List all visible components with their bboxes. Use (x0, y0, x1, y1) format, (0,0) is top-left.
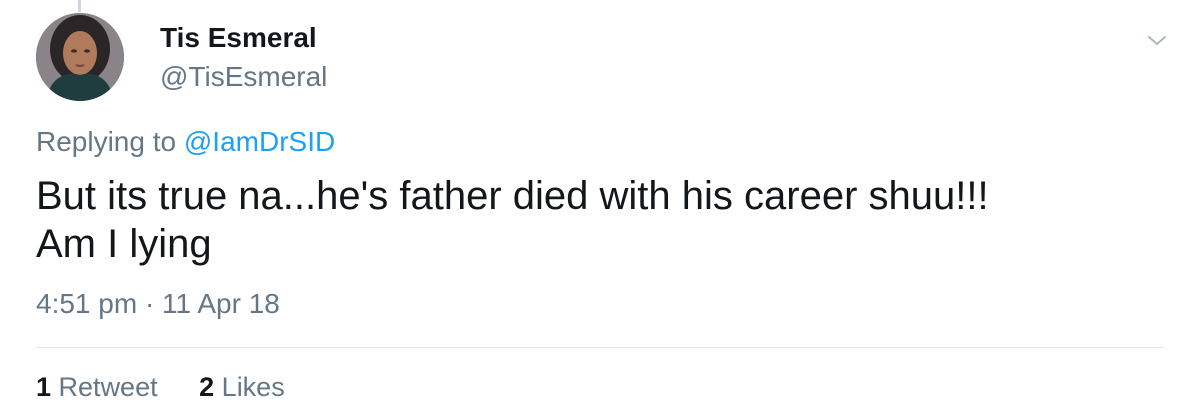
reply-context: Replying to @IamDrSID (36, 126, 335, 158)
reply-mention-link[interactable]: @IamDrSID (184, 126, 335, 157)
chevron-down-icon[interactable] (1144, 30, 1170, 50)
avatar-image (36, 13, 124, 101)
avatar[interactable] (36, 13, 124, 101)
engagement-stats: 1 Retweet 2 Likes (36, 372, 285, 403)
author-display-name[interactable]: Tis Esmeral (160, 22, 317, 54)
retweet-label: Retweet (58, 372, 158, 402)
tweet-text-line: Am I lying (36, 222, 212, 266)
like-count: 2 (199, 372, 215, 402)
like-count-link[interactable]: 2 Likes (199, 372, 285, 403)
author-handle[interactable]: @TisEsmeral (160, 61, 327, 93)
tweet-text-line: But its true na...he's father died with … (36, 174, 989, 218)
tweet-timestamp[interactable]: 4:51 pm · 11 Apr 18 (36, 288, 280, 320)
reply-prefix: Replying to (36, 126, 177, 157)
retweet-count-link[interactable]: 1 Retweet (36, 372, 158, 403)
retweet-count: 1 (36, 372, 52, 402)
tweet-text: But its true na...he's father died with … (36, 172, 1156, 268)
like-label: Likes (221, 372, 285, 402)
thread-connector-line (78, 0, 81, 12)
divider (36, 347, 1164, 348)
